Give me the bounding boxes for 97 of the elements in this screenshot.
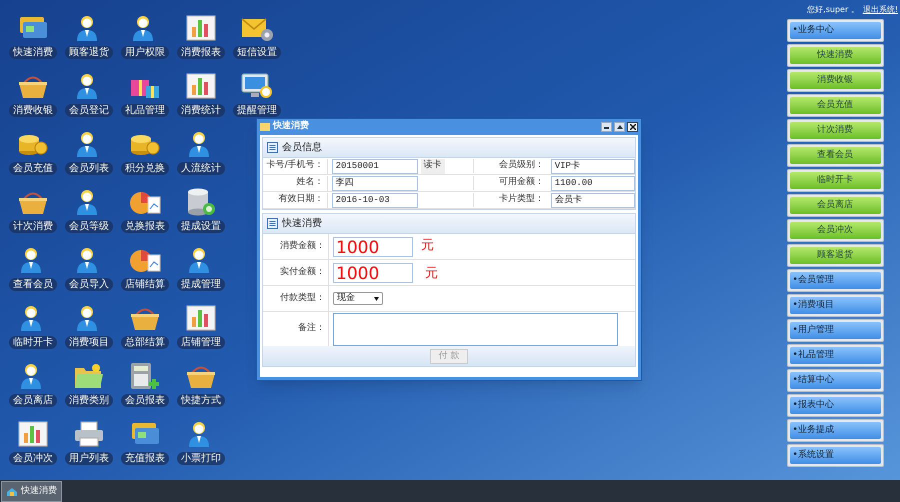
field-label: 可用金额： bbox=[473, 176, 547, 190]
field-label: 卡片类型： bbox=[473, 193, 547, 207]
desktop-shortcut[interactable]: 积分兑换 bbox=[117, 129, 173, 175]
side-menu-item[interactable]: 临时开卡 bbox=[790, 172, 880, 189]
side-menu-item[interactable]: 会员充值 bbox=[790, 97, 880, 114]
desktop-shortcut[interactable]: 提醒管理 bbox=[229, 71, 285, 117]
maximize-button[interactable] bbox=[614, 122, 625, 132]
triangle-up-icon bbox=[616, 125, 622, 129]
text-field[interactable]: VIP卡 bbox=[550, 158, 635, 174]
field-label: 备注： bbox=[297, 322, 326, 336]
desktop-shortcut[interactable]: 顾客退货 bbox=[61, 13, 117, 59]
desktop-shortcut[interactable]: 提成设置 bbox=[173, 187, 229, 233]
desktop-shortcut[interactable]: 查看会员 bbox=[5, 245, 61, 291]
desktop-shortcut[interactable]: 会员等级 bbox=[61, 187, 117, 233]
chart-icon bbox=[184, 13, 218, 43]
desktop-shortcut[interactable]: 总部结算 bbox=[117, 303, 173, 349]
desktop-shortcut[interactable]: 快速消费 bbox=[5, 13, 61, 59]
side-menu-item[interactable]: 顾客退货 bbox=[790, 247, 880, 264]
dropdown-arrow-icon bbox=[374, 296, 379, 300]
close-button[interactable] bbox=[627, 122, 638, 132]
side-menu-item[interactable]: •消费项目 bbox=[790, 297, 880, 314]
minimize-button[interactable] bbox=[601, 122, 612, 132]
side-menu-item[interactable]: •报表中心 bbox=[790, 397, 880, 414]
desktop-shortcut[interactable]: 小票打印 bbox=[173, 419, 229, 465]
currency-unit: 元 bbox=[421, 237, 434, 255]
chart-icon bbox=[16, 419, 50, 449]
side-menu-item[interactable]: •系统设置 bbox=[790, 447, 880, 464]
desktop-shortcut[interactable]: 人流统计 bbox=[173, 129, 229, 175]
house-icon bbox=[6, 486, 18, 496]
desktop-shortcut[interactable]: 会员充值 bbox=[5, 129, 61, 175]
desktop-shortcut[interactable]: 兑换报表 bbox=[117, 187, 173, 233]
desktop-shortcut[interactable]: 会员登记 bbox=[61, 71, 117, 117]
taskbar-button[interactable]: 快速消费 bbox=[1, 481, 62, 502]
desktop-shortcut[interactable]: 短信设置 bbox=[229, 13, 285, 59]
side-menu-item[interactable]: 会员离店 bbox=[790, 197, 880, 214]
side-menu-item[interactable]: •用户管理 bbox=[790, 322, 880, 339]
amount-field[interactable]: 1000 bbox=[333, 262, 413, 282]
text-field[interactable]: 1100.00 bbox=[550, 176, 635, 190]
side-menu-item[interactable]: •结算中心 bbox=[790, 372, 880, 389]
desktop-shortcut[interactable]: 礼品管理 bbox=[117, 71, 173, 117]
field-label: 姓名： bbox=[296, 176, 325, 190]
desktop-shortcut[interactable]: 临时开卡 bbox=[5, 303, 61, 349]
note-field[interactable] bbox=[333, 312, 618, 346]
currency-unit: 元 bbox=[425, 265, 438, 283]
field-label: 卡号/手机号： bbox=[266, 159, 325, 172]
text-field[interactable]: 李四 bbox=[332, 176, 418, 190]
desktop-shortcut[interactable]: 会员离店 bbox=[5, 361, 61, 407]
side-menu-item[interactable]: 消费收银 bbox=[790, 72, 880, 89]
list-icon bbox=[267, 218, 278, 229]
field-label: 实付金额： bbox=[279, 266, 326, 279]
section-title: 快速消费 bbox=[282, 216, 322, 231]
greeting-text: 您好,super 。 bbox=[807, 4, 859, 16]
desktop-shortcut[interactable]: 消费统计 bbox=[173, 71, 229, 117]
desktop-shortcut[interactable]: 消费类别 bbox=[61, 361, 117, 407]
side-menu-item[interactable]: •礼品管理 bbox=[790, 347, 880, 364]
text-field[interactable]: 20150001 bbox=[332, 158, 418, 174]
desktop-shortcut[interactable]: 用户列表 bbox=[61, 419, 117, 465]
field-label: 有效日期： bbox=[278, 193, 325, 206]
desktop-shortcut[interactable]: 消费报表 bbox=[173, 13, 229, 59]
desktop-shortcut[interactable]: 会员报表 bbox=[117, 361, 173, 407]
desktop-shortcut[interactable]: 充值报表 bbox=[117, 419, 173, 465]
chart-icon bbox=[184, 71, 218, 101]
side-menu-item[interactable]: •会员管理 bbox=[790, 272, 880, 289]
desktop-shortcut[interactable]: 店铺管理 bbox=[173, 303, 229, 349]
desktop-shortcut[interactable]: 消费收银 bbox=[5, 71, 61, 117]
desktop-shortcut[interactable]: 提成管理 bbox=[173, 245, 229, 291]
dialog-title: 快速消费 bbox=[273, 120, 309, 134]
chart-icon bbox=[184, 303, 218, 333]
logout-link[interactable]: 退出系统! bbox=[862, 4, 898, 16]
desktop-shortcut[interactable]: 会员导入 bbox=[61, 245, 117, 291]
side-menu-item[interactable]: 会员冲次 bbox=[790, 222, 880, 239]
read-card-button[interactable]: 读卡 bbox=[420, 158, 445, 174]
close-icon bbox=[630, 124, 636, 130]
side-menu-item[interactable]: 计次消费 bbox=[790, 122, 880, 139]
desktop-shortcut[interactable]: 计次消费 bbox=[5, 187, 61, 233]
payment-type-select[interactable]: 现金 bbox=[333, 292, 383, 305]
desktop-shortcut[interactable]: 会员列表 bbox=[61, 129, 117, 175]
field-label: 会员级别： bbox=[473, 159, 547, 173]
list-icon bbox=[267, 142, 278, 153]
side-menu-item[interactable]: •业务提成 bbox=[790, 422, 880, 439]
text-field[interactable]: 会员卡 bbox=[550, 192, 635, 208]
printer-icon bbox=[72, 419, 106, 449]
desktop-shortcut[interactable]: 店铺结算 bbox=[117, 245, 173, 291]
calculator-icon bbox=[128, 361, 162, 391]
monitor-icon bbox=[240, 71, 274, 101]
desktop-shortcut[interactable]: 会员冲次 bbox=[5, 419, 61, 465]
side-menu-item[interactable]: 查看会员 bbox=[790, 147, 880, 164]
desktop-shortcut[interactable]: 消费项目 bbox=[61, 303, 117, 349]
section-title: 会员信息 bbox=[282, 140, 322, 155]
amount-field[interactable]: 1000 bbox=[333, 236, 413, 256]
side-menu-item[interactable]: •业务中心 bbox=[790, 22, 880, 39]
text-field[interactable]: 2016-10-03 bbox=[332, 192, 418, 208]
side-menu-item[interactable]: 快速消费 bbox=[790, 47, 880, 64]
desktop-shortcut[interactable]: 快捷方式 bbox=[173, 361, 229, 407]
field-label: 消费金额： bbox=[279, 240, 326, 253]
field-label: 付款类型： bbox=[279, 292, 326, 305]
desktop-shortcut[interactable]: 用户权限 bbox=[117, 13, 173, 59]
